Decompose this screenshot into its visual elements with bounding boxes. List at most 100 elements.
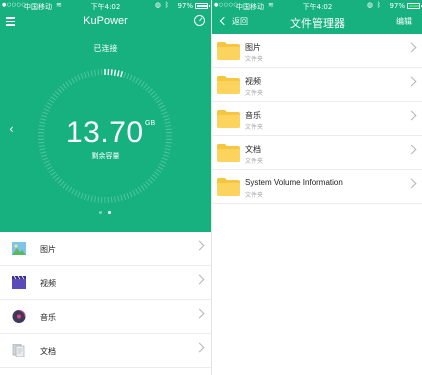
battery-icon bbox=[407, 3, 422, 9]
gauge-tick bbox=[71, 77, 75, 84]
gauge-tick bbox=[157, 166, 164, 170]
gauge-tick bbox=[46, 166, 53, 170]
gauge-tick bbox=[110, 69, 113, 76]
gauge-tick bbox=[94, 196, 96, 203]
category-item-music[interactable]: 音乐 bbox=[0, 300, 211, 334]
folder-list: 图片 文件夹 视频 文件夹 音乐 文件夹 文档 文件夹 System Volum… bbox=[212, 34, 422, 204]
gauge-tick bbox=[77, 74, 81, 81]
page-dot-1[interactable] bbox=[99, 211, 102, 214]
gauge-tick bbox=[123, 193, 127, 200]
gauge-tick bbox=[38, 128, 45, 131]
gauge-tick bbox=[143, 83, 148, 89]
gauge-tick bbox=[62, 83, 67, 89]
gauge-tick bbox=[59, 181, 65, 187]
gauge-tick bbox=[97, 69, 100, 76]
gauge-tick bbox=[62, 183, 67, 189]
gauge-tick bbox=[113, 69, 117, 76]
bluetooth-icon: ᛒ bbox=[376, 1, 381, 9]
category-item-images[interactable]: 图片 bbox=[0, 232, 211, 266]
gauge-tick bbox=[80, 73, 84, 80]
gauge-tick bbox=[87, 71, 90, 78]
folder-name: 视频 bbox=[245, 77, 261, 86]
gauge-tick bbox=[57, 178, 63, 184]
folder-item-videos[interactable]: 视频 文件夹 bbox=[212, 68, 422, 102]
gauge-tick bbox=[38, 145, 45, 147]
gauge-tick bbox=[155, 99, 162, 104]
gauge-tick bbox=[48, 99, 55, 104]
kupower-home-screen: ●○○○○ 中国移动 ≋ 下午4:02 ◍ ᛒ 97% KuPower 已连接 … bbox=[0, 0, 211, 375]
gauge-tick bbox=[74, 190, 78, 196]
gauge-tick bbox=[68, 79, 73, 86]
gauge-tick bbox=[120, 71, 124, 78]
status-bar: ●○○○○ 中国移动 ≋ 下午4:02 ◍ ᛒ 97% bbox=[212, 0, 422, 11]
gauge-tick bbox=[159, 163, 165, 167]
edit-button[interactable]: 编辑 bbox=[396, 16, 412, 27]
gauge-tick bbox=[163, 118, 170, 121]
gauge-tick bbox=[150, 176, 156, 182]
gauge-tick bbox=[137, 79, 142, 86]
capacity-unit: GB bbox=[145, 120, 156, 127]
gauge-tick bbox=[140, 81, 145, 87]
gauge-tick bbox=[50, 96, 56, 101]
gauge-tick bbox=[54, 176, 60, 182]
gauge-tick bbox=[87, 194, 90, 201]
gauge-tick bbox=[90, 70, 93, 77]
gauge-tick bbox=[39, 121, 46, 124]
folder-type: 文件夹 bbox=[245, 159, 264, 165]
gauge-tick bbox=[123, 72, 127, 79]
gauge-tick bbox=[145, 85, 151, 91]
gauge-tick bbox=[126, 192, 130, 199]
folder-item-music[interactable]: 音乐 文件夹 bbox=[212, 102, 422, 136]
gauge-tick bbox=[97, 196, 100, 203]
gauge-tick bbox=[83, 72, 87, 79]
gauge-tick bbox=[152, 93, 158, 98]
remaining-capacity-value: 13.70 bbox=[66, 116, 144, 149]
gauge-tick bbox=[165, 141, 172, 144]
gauge-tick bbox=[50, 171, 56, 176]
folder-name: System Volume Information bbox=[245, 178, 343, 187]
gauge-tick bbox=[154, 171, 160, 176]
chevron-right-icon bbox=[194, 342, 205, 353]
folder-icon bbox=[217, 42, 240, 60]
document-icon bbox=[12, 344, 25, 357]
category-label: 视频 bbox=[40, 279, 56, 288]
gauge-tick bbox=[135, 188, 139, 195]
gauge-tick bbox=[57, 88, 63, 94]
gauge-tick bbox=[68, 186, 73, 193]
gauge-tick bbox=[165, 145, 172, 147]
chevron-right-icon bbox=[194, 308, 205, 319]
chevron-right-icon bbox=[406, 76, 417, 87]
gauge-tick bbox=[94, 69, 96, 76]
gauge-tick bbox=[164, 148, 171, 151]
gauge-tick bbox=[155, 168, 162, 173]
gauge-tick bbox=[52, 93, 58, 98]
gauge-tick bbox=[83, 193, 87, 200]
gauge-tick bbox=[71, 188, 75, 195]
gauge-tick bbox=[52, 174, 58, 179]
folder-type: 文件夹 bbox=[245, 125, 264, 131]
chevron-right-icon bbox=[194, 240, 205, 251]
gauge-tick bbox=[132, 190, 136, 196]
folder-item-documents[interactable]: 文档 文件夹 bbox=[212, 136, 422, 170]
gauge-tick bbox=[90, 195, 93, 202]
gauge-tick bbox=[157, 102, 164, 106]
gauge-tick bbox=[45, 163, 51, 167]
storage-panel: ●○○○○ 中国移动 ≋ 下午4:02 ◍ ᛒ 97% KuPower 已连接 … bbox=[0, 0, 211, 232]
folder-item-images[interactable]: 图片 文件夹 bbox=[212, 34, 422, 68]
folder-item-system-volume-information[interactable]: System Volume Information 文件夹 bbox=[212, 170, 422, 204]
remaining-capacity-label: 剩余容量 bbox=[91, 153, 120, 160]
folder-icon bbox=[217, 144, 240, 162]
gauge-tick bbox=[137, 186, 142, 193]
page-dot-2[interactable] bbox=[108, 211, 111, 214]
folder-name: 音乐 bbox=[245, 111, 261, 120]
category-item-documents[interactable]: 文档 bbox=[0, 334, 211, 368]
gauge-tick bbox=[132, 76, 136, 82]
gauge-tick bbox=[59, 85, 65, 91]
category-label: 音乐 bbox=[40, 313, 56, 322]
gauge-tick bbox=[147, 178, 153, 184]
category-item-videos[interactable]: 视频 bbox=[0, 266, 211, 300]
gauge-tick bbox=[160, 160, 167, 164]
gauge-tick bbox=[80, 192, 84, 199]
folder-type: 文件夹 bbox=[245, 57, 264, 63]
previous-page-arrow-icon[interactable]: ‹ bbox=[9, 122, 14, 136]
